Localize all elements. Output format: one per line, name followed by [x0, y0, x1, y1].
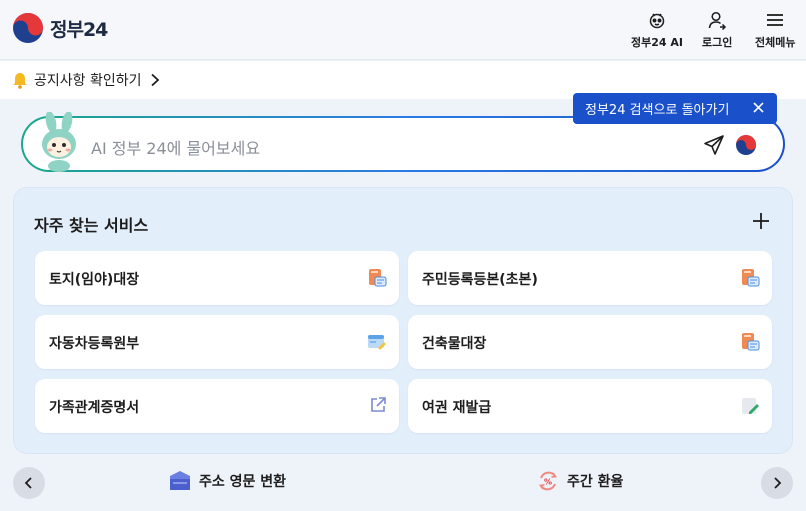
exchange-rate-icon: %: [538, 471, 558, 491]
logo-text: 정부24: [50, 18, 108, 41]
svg-text:%: %: [544, 478, 552, 487]
edit-document-icon: [742, 398, 759, 414]
plus-icon[interactable]: [752, 212, 770, 230]
bottom-item-label: 주소 영문 변환: [199, 474, 287, 490]
robot-icon: [649, 13, 665, 29]
frequent-services-panel: 자주 찾는 서비스 토지(임야)대장 주민등록등본(초본) 자동차등록원부 건축…: [13, 187, 793, 454]
document-icon: [742, 333, 760, 351]
back-to-search-tooltip[interactable]: 정부24 검색으로 돌아가기: [573, 93, 777, 124]
service-label: 주민등록등본(초본): [422, 272, 538, 288]
send-icon[interactable]: [703, 134, 725, 156]
header: 정부24 정부24 AI 로그인 전체메뉴: [0, 0, 806, 60]
chevron-left-icon: [24, 477, 32, 489]
document-icon: [742, 269, 760, 287]
external-link-icon: [371, 397, 386, 412]
user-icon: [708, 11, 727, 30]
service-card[interactable]: 주민등록등본(초본): [408, 251, 772, 305]
service-label: 토지(임야)대장: [49, 272, 140, 288]
login-label: 로그인: [702, 36, 733, 49]
panel-title: 자주 찾는 서비스: [34, 216, 149, 235]
service-label: 건축물대장: [422, 336, 487, 352]
ai-search-box[interactable]: AI 정부 24에 물어보세요: [21, 112, 785, 172]
ai-label: 정부24 AI: [631, 36, 683, 49]
close-icon[interactable]: [752, 101, 765, 114]
address-icon: [170, 471, 190, 490]
login-button[interactable]: 로그인: [702, 10, 732, 50]
tooltip-text: 정부24 검색으로 돌아가기: [585, 103, 730, 118]
address-translate-link[interactable]: 주소 영문 변환: [169, 470, 286, 492]
chevron-right-icon: [774, 477, 782, 489]
taegeuk-logo-icon: [13, 13, 43, 43]
car-document-icon: [368, 335, 386, 350]
logo[interactable]: 정부24: [12, 12, 108, 44]
chevron-right-icon: [150, 73, 159, 87]
next-button[interactable]: [761, 467, 793, 499]
notice-text: 공지사항 확인하기: [34, 73, 142, 89]
bottom-item-label: 주간 환율: [567, 474, 624, 490]
menu-button[interactable]: 전체메뉴: [755, 10, 795, 50]
exchange-rate-link[interactable]: % 주간 환율: [537, 470, 623, 492]
service-label: 여권 재발급: [422, 400, 492, 416]
mascot-icon: [42, 112, 76, 172]
service-card[interactable]: 건축물대장: [408, 315, 772, 369]
taegeuk-ai-icon[interactable]: [735, 134, 757, 156]
service-card[interactable]: 가족관계증명서: [35, 379, 399, 433]
prev-button[interactable]: [13, 467, 45, 499]
bell-icon: [13, 72, 27, 89]
hamburger-icon: [767, 14, 784, 26]
service-label: 가족관계증명서: [49, 400, 140, 416]
service-label: 자동차등록원부: [49, 336, 140, 352]
menu-label: 전체메뉴: [755, 36, 796, 49]
service-card[interactable]: 여권 재발급: [408, 379, 772, 433]
document-icon: [369, 269, 387, 287]
ai-button[interactable]: 정부24 AI: [631, 10, 683, 50]
service-card[interactable]: 토지(임야)대장: [35, 251, 399, 305]
search-placeholder: AI 정부 24에 물어보세요: [91, 139, 261, 158]
service-card[interactable]: 자동차등록원부: [35, 315, 399, 369]
